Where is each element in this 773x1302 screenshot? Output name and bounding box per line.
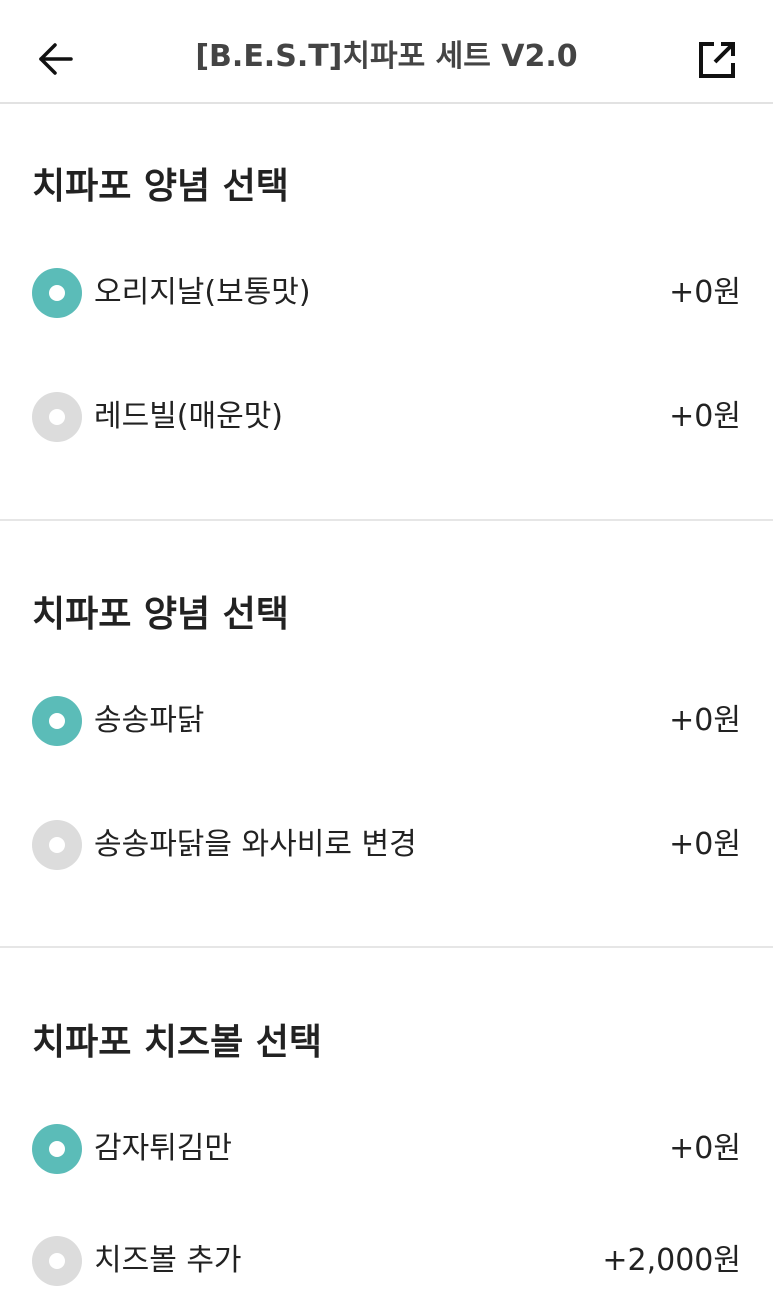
option-price: +0원 [669,703,741,738]
option-price: +0원 [669,827,741,862]
share-external-icon [699,42,735,78]
option-label: 송송파닭 [94,703,205,738]
option-label: 레드빌(매운맛) [94,399,284,434]
radio-button[interactable] [32,696,82,746]
radio-button[interactable] [32,1236,82,1286]
option-label: 오리지날(보통맛) [94,275,311,310]
option-price: +0원 [669,1131,741,1166]
radio-button[interactable] [32,268,82,318]
arrow-left-icon [39,43,73,75]
section-divider [0,519,773,521]
radio-button[interactable] [32,1124,82,1174]
radio-button[interactable] [32,392,82,442]
option-label: 치즈볼 추가 [94,1243,242,1278]
option-label: 감자튀김만 [94,1131,232,1166]
option-wasabi[interactable]: 송송파닭을 와사비로 변경 +0원 [0,810,773,880]
section-title-seasoning-2: 치파포 양념 선택 [32,594,289,635]
option-price: +0원 [669,399,741,434]
app-header: [B.E.S.T]치파포 세트 V2.0 [0,0,773,104]
radio-button[interactable] [32,820,82,870]
option-redbill[interactable]: 레드빌(매운맛) +0원 [0,382,773,452]
option-original[interactable]: 오리지날(보통맛) +0원 [0,258,773,328]
section-divider [0,946,773,948]
option-price: +2,000원 [602,1243,741,1278]
option-songsong-padak[interactable]: 송송파닭 +0원 [0,686,773,756]
option-fries-only[interactable]: 감자튀김만 +0원 [0,1114,773,1184]
option-price: +0원 [669,275,741,310]
share-button[interactable] [693,34,743,84]
option-label: 송송파닭을 와사비로 변경 [94,827,417,862]
page-title: [B.E.S.T]치파포 세트 V2.0 [195,39,578,74]
section-title-seasoning: 치파포 양념 선택 [32,166,289,207]
section-title-cheeseball: 치파포 치즈볼 선택 [32,1022,323,1063]
back-button[interactable] [30,34,80,84]
option-add-cheeseball[interactable]: 치즈볼 추가 +2,000원 [0,1226,773,1296]
